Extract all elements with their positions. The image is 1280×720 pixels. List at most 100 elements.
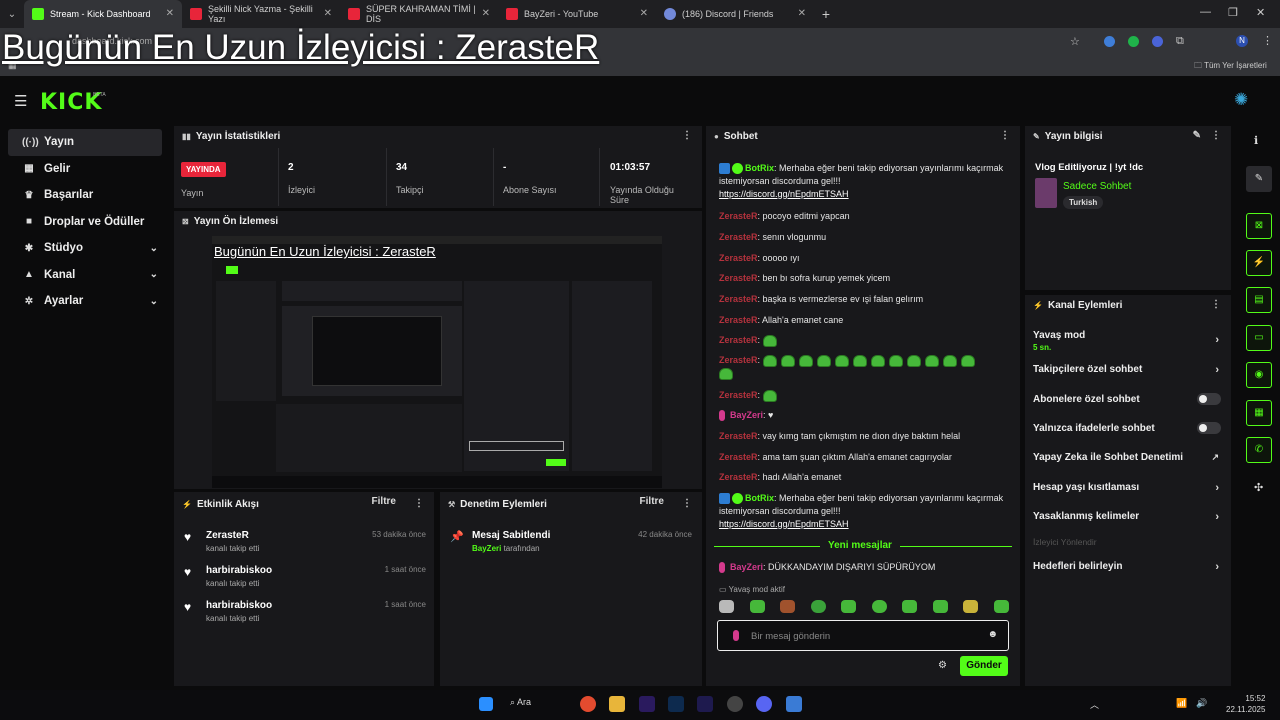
close-icon[interactable]: ✕ [482, 8, 490, 19]
chat-username[interactable]: ZerasteR [719, 232, 758, 242]
flash-icon[interactable]: ⚡ [1246, 250, 1272, 276]
chat-username[interactable]: ZerasteR [719, 472, 758, 482]
minimize-icon[interactable]: — [1200, 6, 1211, 18]
browser-tab-youtube-1[interactable]: SÜPER KAHRAMAN TİMİ | DİS ✕ [340, 0, 498, 28]
bookmark-star-icon[interactable]: ☆ [1070, 35, 1080, 48]
chat-message-input[interactable] [751, 628, 971, 644]
chat-username[interactable]: ZerasteR [719, 335, 758, 345]
settings-gear-icon[interactable]: ✺ [1234, 90, 1248, 110]
sidebar-item-ayarlar[interactable]: ✲ Ayarlar ⌄ [8, 288, 162, 315]
chat-username[interactable]: BotRix [745, 493, 774, 503]
activity-user[interactable]: harbirabiskoo [206, 600, 272, 611]
hamburger-menu-icon[interactable]: ☰ [14, 92, 27, 110]
volume-icon[interactable]: 🔊 [1196, 698, 1207, 709]
extension-icon[interactable] [1152, 36, 1163, 47]
layout-icon[interactable]: ▦ [1246, 400, 1272, 426]
chat-username[interactable]: BayZeri [730, 410, 763, 420]
new-messages-label[interactable]: Yeni mesajlar [820, 540, 900, 551]
profile-avatar[interactable]: N [1236, 35, 1248, 47]
chat-username[interactable]: BayZeri [730, 562, 763, 572]
activity-user[interactable]: ZerasteR [206, 530, 249, 541]
action-follower-chat[interactable]: Takipçilere özel sohbet › [1033, 364, 1219, 376]
broadcast-icon[interactable]: ◉ [1246, 362, 1272, 388]
clip-icon[interactable]: ⊠ [1246, 213, 1272, 239]
all-bookmarks-link[interactable]: 🗀 Tüm Yer İşaretleri [1194, 60, 1267, 74]
document-icon[interactable]: ▤ [1246, 287, 1272, 313]
sidebar-item-yayin[interactable]: ((·)) Yayın [8, 129, 162, 156]
extension-icon[interactable] [1128, 36, 1139, 47]
chat-username[interactable]: ZerasteR [719, 315, 758, 325]
action-sub-chat[interactable]: Abonelere özel sohbet [1033, 393, 1221, 405]
chat-username[interactable]: ZerasteR [719, 431, 758, 441]
action-ai-moderation[interactable]: Yapay Zeka ile Sohbet Denetimi ↗ [1033, 452, 1219, 463]
chat-input-box[interactable]: ☻ [717, 620, 1009, 651]
filter-button[interactable]: Filtre [640, 496, 664, 507]
emote-icon[interactable] [902, 600, 918, 613]
close-icon[interactable]: ✕ [166, 8, 174, 19]
window-close-icon[interactable]: ✕ [1256, 6, 1265, 19]
chat-username[interactable]: ZerasteR [719, 294, 758, 304]
windows-start-icon[interactable] [479, 697, 493, 711]
emote-icon[interactable] [780, 600, 796, 613]
close-icon[interactable]: ✕ [640, 8, 648, 19]
chat-username[interactable]: ZerasteR [719, 452, 758, 462]
activity-user[interactable]: harbirabiskoo [206, 565, 272, 576]
info-circle-icon[interactable]: ℹ [1254, 134, 1258, 147]
chat-link[interactable]: https://discord.gg/nEpdmETSAH [719, 519, 849, 529]
emote-icon[interactable] [810, 600, 826, 613]
close-icon[interactable]: ✕ [798, 8, 806, 19]
kebab-menu-icon[interactable]: ⋮ [1000, 130, 1010, 141]
wrench-icon[interactable]: ✆ [1246, 437, 1272, 463]
maximize-icon[interactable]: ❐ [1228, 6, 1238, 19]
photoshop-icon[interactable] [668, 696, 684, 712]
chat-settings-gear-icon[interactable]: ⚙ [938, 660, 947, 671]
emote-icon[interactable] [749, 600, 765, 613]
browser-tab-youtube-2[interactable]: BayZeri - YouTube ✕ [498, 0, 656, 28]
tray-chevron-icon[interactable]: ︿ [1090, 698, 1099, 711]
emote-icon[interactable] [963, 600, 979, 613]
edit-pencil-icon[interactable]: ✎ [1193, 130, 1201, 141]
tab-search-icon[interactable]: ⌄ [0, 9, 24, 20]
filter-button[interactable]: Filtre [372, 496, 396, 507]
kebab-menu-icon[interactable]: ⋮ [682, 498, 692, 509]
browser-tab-kick[interactable]: Stream - Kick Dashboard ✕ [24, 0, 182, 28]
kebab-menu-icon[interactable]: ⋮ [414, 498, 424, 509]
chat-username[interactable]: ZerasteR [719, 355, 758, 365]
emote-icon[interactable] [841, 600, 857, 613]
send-button[interactable]: Gönder [960, 656, 1008, 676]
close-icon[interactable]: ✕ [324, 8, 332, 19]
toggle-switch[interactable] [1197, 393, 1221, 405]
stream-preview-video[interactable]: Bugünün En Uzun İzleyicisi : ZerasteR [212, 236, 662, 488]
taskbar-search[interactable]: ⌕ Ara [510, 697, 531, 708]
action-account-age[interactable]: Hesap yaşı kısıtlaması › [1033, 482, 1219, 494]
browser-menu-icon[interactable]: ⋮ [1262, 34, 1273, 47]
toggle-switch[interactable] [1197, 422, 1221, 434]
chat-username[interactable]: ZerasteR [719, 390, 758, 400]
discord-icon[interactable] [756, 696, 772, 712]
apps-icon[interactable]: ✣ [1254, 481, 1263, 494]
action-slow-mode[interactable]: Yavaş mod 5 sn. › [1033, 330, 1219, 352]
obs-icon[interactable] [727, 696, 743, 712]
emote-icon[interactable] [932, 600, 948, 613]
chat-username[interactable]: BotRix [745, 163, 774, 173]
extensions-puzzle-icon[interactable]: ⧉ [1176, 35, 1184, 48]
file-explorer-icon[interactable] [609, 696, 625, 712]
extension-icon[interactable] [1104, 36, 1115, 47]
chrome-icon[interactable] [580, 696, 596, 712]
kebab-menu-icon[interactable]: ⋮ [682, 130, 692, 141]
photos-icon[interactable] [786, 696, 802, 712]
browser-tab-nick[interactable]: Şekilli Nick Yazma - Şekilli Yazı ✕ [182, 0, 340, 28]
wifi-icon[interactable]: 📶 [1176, 698, 1187, 709]
chat-username[interactable]: ZerasteR [719, 253, 758, 263]
chat-link[interactable]: https://discord.gg/nEpdmETSAH [719, 189, 849, 199]
category-thumbnail[interactable] [1035, 178, 1057, 208]
sidebar-item-basarilar[interactable]: ♛ Başarılar [8, 182, 162, 209]
edit-layout-icon[interactable]: ✎ [1246, 166, 1272, 192]
emoji-picker-icon[interactable]: ☻ [987, 629, 998, 640]
kebab-menu-icon[interactable]: ⋮ [1211, 130, 1221, 141]
category-link[interactable]: Sadece Sohbet [1063, 181, 1131, 192]
kebab-menu-icon[interactable]: ⋮ [1211, 299, 1221, 310]
taskbar-clock[interactable]: 15:52 22.11.2025 [1226, 693, 1265, 715]
sidebar-item-kanal[interactable]: ▲ Kanal ⌄ [8, 262, 162, 289]
action-emote-chat[interactable]: Yalnızca ifadelerle sohbet [1033, 422, 1221, 434]
